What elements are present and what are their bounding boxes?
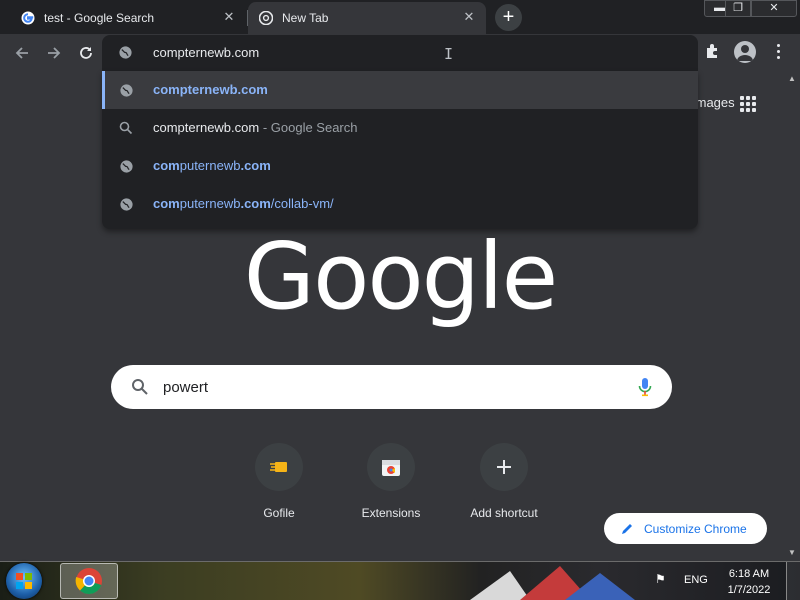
apps-grid-icon[interactable]	[740, 96, 756, 112]
text-cursor-icon: I	[444, 45, 454, 63]
globe-icon	[118, 158, 134, 174]
suggestion-match: compternewb.com	[153, 82, 268, 97]
suggestion-item[interactable]: compternewb.com - Google Search	[102, 109, 698, 147]
search-icon	[131, 378, 149, 401]
globe-icon	[118, 196, 134, 212]
clock-date: 1/7/2022	[727, 584, 771, 596]
tab-title: test - Google Search	[44, 11, 155, 25]
shortcut-add[interactable]: Add shortcut	[449, 443, 559, 520]
omnibox-suggestions: compternewb.com compternewb.com - Google…	[102, 71, 698, 229]
plus-icon: +	[502, 6, 515, 28]
windows-taskbar	[0, 561, 800, 600]
suggestion-text: compternewb.com	[153, 120, 260, 135]
search-icon	[118, 120, 134, 136]
tab-close-icon[interactable]: ✕	[462, 10, 476, 24]
google-g-icon	[20, 10, 36, 26]
suggestion-text: puternewb	[179, 158, 241, 173]
suggestion-match: .com	[240, 158, 271, 173]
shortcut-extensions[interactable]: Extensions	[336, 443, 446, 520]
chrome-icon	[75, 568, 102, 595]
browser-window: test - Google Search ✕ New Tab ✕ + ▬ ❐ ✕…	[0, 0, 800, 600]
shortcut-label: Extensions	[361, 506, 421, 520]
suggestion-match: .com	[240, 196, 271, 211]
chrome-icon	[258, 10, 274, 26]
address-bar-text[interactable]: compternewb.com	[153, 45, 259, 60]
gofile-icon	[255, 443, 303, 491]
maximize-button[interactable]: ❐	[725, 0, 751, 17]
globe-icon	[118, 45, 133, 65]
scroll-up-icon[interactable]: ▲	[788, 74, 796, 83]
customize-chrome-button[interactable]: Customize Chrome	[604, 513, 767, 544]
plus-icon	[480, 443, 528, 491]
google-logo: Google	[243, 223, 558, 330]
profile-avatar[interactable]	[734, 41, 756, 63]
tab-title: New Tab	[282, 11, 329, 25]
tab-close-icon[interactable]: ✕	[222, 10, 236, 24]
customize-chrome-label: Customize Chrome	[644, 521, 747, 536]
suggestion-suffix: - Google Search	[259, 120, 358, 135]
windows-logo-icon	[16, 573, 32, 589]
action-center-flag-icon[interactable]: ⚑	[655, 572, 666, 586]
reload-icon[interactable]	[75, 42, 97, 64]
shortcut-gofile[interactable]: Gofile	[224, 443, 334, 520]
scrollbar[interactable]: ▲ ▼	[786, 72, 800, 561]
clock-time: 6:18 AM	[728, 568, 770, 580]
tab-new-tab[interactable]: New Tab ✕	[248, 2, 486, 34]
shortcut-label: Add shortcut	[470, 506, 538, 520]
suggestion-match: com	[153, 196, 180, 211]
language-indicator[interactable]: ENG	[684, 574, 708, 586]
suggestion-match: com	[153, 158, 180, 173]
globe-icon	[118, 82, 134, 98]
extensions-icon	[367, 443, 415, 491]
scroll-down-icon[interactable]: ▼	[788, 548, 796, 557]
pencil-icon	[622, 523, 632, 534]
suggestion-suffix: /collab-vm/	[270, 196, 334, 211]
back-arrow-icon[interactable]	[11, 42, 33, 64]
kebab-menu-icon[interactable]	[772, 42, 784, 62]
search-box[interactable]: powert	[111, 365, 672, 409]
images-link[interactable]: Images	[692, 95, 735, 110]
new-tab-button[interactable]: +	[495, 4, 522, 31]
wallpaper-artwork	[470, 566, 635, 600]
extensions-puzzle-icon[interactable]	[704, 42, 722, 65]
suggestion-item[interactable]: computernewb.com	[102, 147, 698, 185]
tab-test-google-search[interactable]: test - Google Search ✕	[10, 2, 246, 34]
close-window-button[interactable]: ✕	[751, 0, 797, 17]
suggestion-item[interactable]: computernewb.com/collab-vm/	[102, 185, 698, 223]
microphone-icon[interactable]	[638, 377, 652, 402]
windows-start-button[interactable]	[6, 563, 42, 599]
forward-arrow-icon[interactable]	[43, 42, 65, 64]
search-input[interactable]: powert	[163, 379, 208, 396]
shortcut-label: Gofile	[263, 506, 295, 520]
taskbar-chrome-button[interactable]	[60, 563, 118, 599]
suggestion-item[interactable]: compternewb.com	[102, 71, 698, 109]
clock[interactable]: 6:18 AM 1/7/2022	[719, 566, 779, 598]
selection-indicator	[102, 71, 105, 109]
suggestion-text: puternewb	[179, 196, 241, 211]
show-desktop-button[interactable]	[786, 562, 800, 600]
